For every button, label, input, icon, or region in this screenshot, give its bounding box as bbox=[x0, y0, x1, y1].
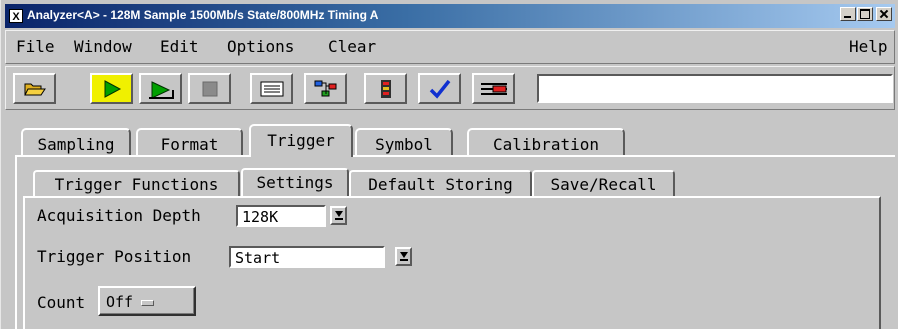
minimize-button[interactable] bbox=[840, 7, 856, 21]
analyzer-window: X Analyzer<A> - 128M Sample 1500Mb/s Sta… bbox=[0, 0, 898, 329]
option-menu-indicator-icon bbox=[141, 299, 155, 306]
acquisition-depth-label: Acquisition Depth bbox=[37, 206, 201, 225]
run-icon bbox=[104, 79, 121, 98]
menu-edit[interactable]: Edit bbox=[160, 37, 199, 56]
check-icon bbox=[429, 79, 450, 99]
acquisition-depth-field[interactable]: 128K bbox=[236, 205, 326, 227]
trigger-position-label: Trigger Position bbox=[37, 247, 192, 266]
trigger-position-dropdown-icon[interactable] bbox=[395, 247, 412, 266]
tab-format[interactable]: Format bbox=[136, 128, 243, 156]
maximize-button[interactable] bbox=[857, 7, 873, 21]
menu-clear[interactable]: Clear bbox=[328, 37, 376, 56]
run-repetitive-icon bbox=[148, 80, 174, 99]
tab-calibration[interactable]: Calibration bbox=[467, 128, 625, 156]
subtab-save-recall[interactable]: Save/Recall bbox=[532, 170, 675, 196]
listing-icon bbox=[260, 81, 283, 96]
open-folder-icon bbox=[23, 83, 46, 95]
properties-icon bbox=[380, 79, 391, 98]
count-value: Off bbox=[106, 293, 134, 311]
toolbar-entry-field[interactable] bbox=[537, 74, 893, 103]
count-label: Count bbox=[37, 293, 86, 312]
count-option-menu[interactable]: Off bbox=[98, 286, 196, 316]
window-title: Analyzer<A> - 128M Sample 1500Mb/s State… bbox=[27, 8, 379, 22]
stop-icon bbox=[202, 81, 217, 96]
app-icon: X bbox=[9, 9, 23, 23]
open-button[interactable] bbox=[13, 73, 56, 104]
toolbar bbox=[5, 66, 895, 110]
menu-window[interactable]: Window bbox=[74, 37, 132, 56]
tab-area: Sampling Format Trigger Symbol Calibrati… bbox=[5, 112, 895, 329]
menu-bar: File Window Edit Options Clear Help bbox=[5, 30, 895, 64]
subtab-trigger-functions[interactable]: Trigger Functions bbox=[33, 170, 240, 196]
menu-options[interactable]: Options bbox=[227, 37, 294, 56]
listing-button[interactable] bbox=[250, 73, 293, 104]
run-repetitive-button[interactable] bbox=[139, 73, 182, 104]
stop-button[interactable] bbox=[188, 73, 231, 104]
menu-help[interactable]: Help bbox=[849, 37, 888, 56]
menu-file[interactable]: File bbox=[16, 37, 55, 56]
overview-button[interactable] bbox=[304, 73, 347, 104]
overview-icon bbox=[314, 80, 336, 96]
setup-tool-icon bbox=[480, 82, 507, 95]
run-button[interactable] bbox=[90, 73, 133, 104]
check-button[interactable] bbox=[418, 73, 461, 104]
title-bar[interactable]: X Analyzer<A> - 128M Sample 1500Mb/s Sta… bbox=[5, 4, 895, 28]
trigger-position-field[interactable]: Start bbox=[229, 246, 385, 268]
window-controls bbox=[840, 7, 892, 21]
tab-trigger[interactable]: Trigger bbox=[249, 124, 353, 157]
tab-symbol[interactable]: Symbol bbox=[355, 128, 453, 156]
setup-tool-button[interactable] bbox=[472, 73, 515, 104]
properties-button[interactable] bbox=[364, 73, 407, 104]
subtab-settings[interactable]: Settings bbox=[241, 168, 349, 196]
subtab-default-storing[interactable]: Default Storing bbox=[349, 170, 532, 196]
acquisition-depth-dropdown-icon[interactable] bbox=[330, 206, 347, 225]
close-button[interactable] bbox=[876, 7, 892, 21]
tab-sampling[interactable]: Sampling bbox=[21, 128, 131, 156]
